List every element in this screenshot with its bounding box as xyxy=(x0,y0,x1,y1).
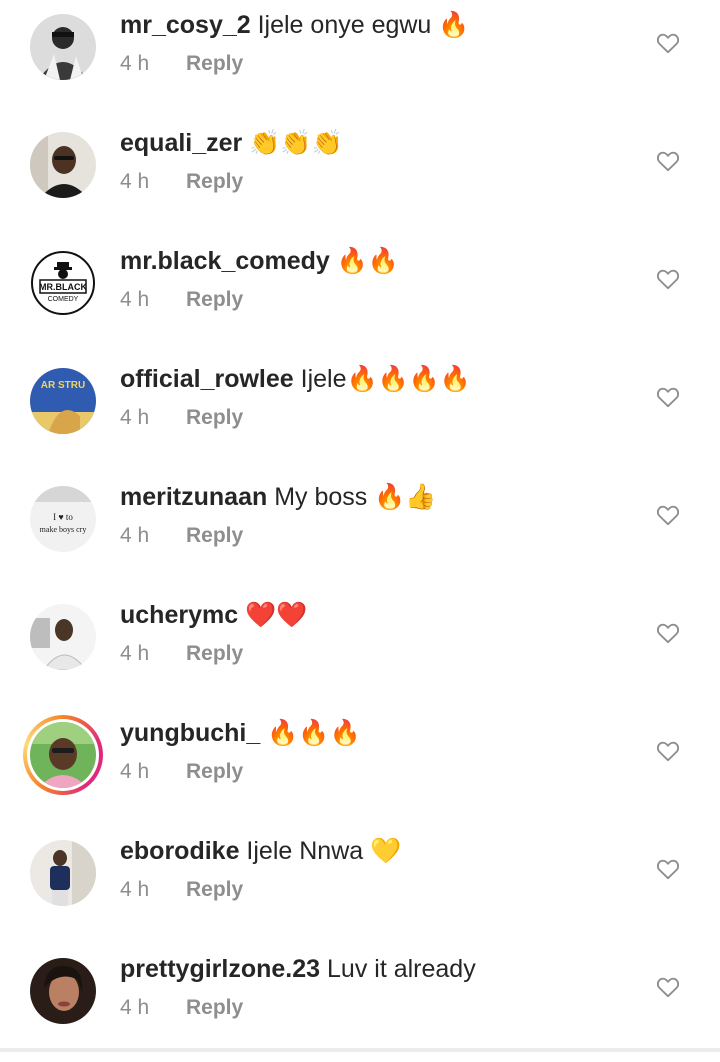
reply-button[interactable]: Reply xyxy=(186,170,243,193)
user-avatar-icon[interactable] xyxy=(30,132,96,198)
comment-username[interactable]: equali_zer xyxy=(120,129,242,157)
user-avatar-icon[interactable]: MR.BLACK COMEDY xyxy=(30,250,96,316)
avatar-logo-text: I ♥ to xyxy=(53,512,73,522)
comment-item: I ♥ to make boys cry meritzunaan My boss… xyxy=(0,472,720,590)
comment-text: ❤️❤️ xyxy=(238,601,308,629)
reply-button[interactable]: Reply xyxy=(186,878,243,901)
comment-username[interactable]: mr.black_comedy xyxy=(120,247,330,275)
comment-meta: 4 h Reply xyxy=(120,758,243,786)
comment-item: mr_cosy_2 Ijele onye egwu 🔥 4 h Reply xyxy=(0,0,720,118)
comment-body: mr_cosy_2 Ijele onye egwu 🔥 xyxy=(120,8,469,42)
reply-button[interactable]: Reply xyxy=(186,996,243,1019)
user-avatar-icon[interactable]: AR STRU xyxy=(30,368,96,434)
comment-text: Luv it already xyxy=(320,955,476,983)
heart-outline-icon[interactable] xyxy=(655,502,681,528)
comment-username[interactable]: prettygirlzone.23 xyxy=(120,955,320,983)
comment-meta: 4 h Reply xyxy=(120,168,243,196)
comment-timestamp: 4 h xyxy=(120,760,150,783)
reply-button[interactable]: Reply xyxy=(186,406,243,429)
comment-item: ucherymc ❤️❤️ 4 h Reply xyxy=(0,590,720,708)
comment-timestamp: 4 h xyxy=(120,288,150,311)
reply-button[interactable]: Reply xyxy=(186,642,243,665)
user-avatar-icon[interactable]: I ♥ to make boys cry xyxy=(30,486,96,552)
user-avatar-icon[interactable] xyxy=(30,604,96,670)
comment-body: mr.black_comedy 🔥🔥 xyxy=(120,244,399,278)
comment-timestamp: 4 h xyxy=(120,170,150,193)
comment-timestamp: 4 h xyxy=(120,524,150,547)
comment-text: My boss 🔥👍 xyxy=(267,483,437,511)
comment-body: ucherymc ❤️❤️ xyxy=(120,598,307,632)
comment-text: Ijele🔥🔥🔥🔥 xyxy=(293,365,471,393)
reply-button[interactable]: Reply xyxy=(186,524,243,547)
comment-timestamp: 4 h xyxy=(120,642,150,665)
comment-username[interactable]: ucherymc xyxy=(120,601,238,629)
comment-timestamp: 4 h xyxy=(120,878,150,901)
comment-timestamp: 4 h xyxy=(120,52,150,75)
heart-outline-icon[interactable] xyxy=(655,266,681,292)
heart-outline-icon[interactable] xyxy=(655,856,681,882)
comment-list: mr_cosy_2 Ijele onye egwu 🔥 4 h Reply equ… xyxy=(0,0,720,1052)
heart-outline-icon[interactable] xyxy=(655,148,681,174)
reply-button[interactable]: Reply xyxy=(186,288,243,311)
heart-outline-icon[interactable] xyxy=(655,738,681,764)
comment-username[interactable]: official_rowlee xyxy=(120,365,294,393)
comment-text: Ijele Nnwa 💛 xyxy=(239,837,402,865)
comment-username[interactable]: mr_cosy_2 xyxy=(120,11,251,39)
comment-item: eborodike Ijele Nnwa 💛 4 h Reply xyxy=(0,826,720,944)
comment-item: MR.BLACK COMEDY mr.black_comedy 🔥🔥 4 h Re… xyxy=(0,236,720,354)
comment-item: equali_zer 👏👏👏 4 h Reply xyxy=(0,118,720,236)
comment-meta: 4 h Reply xyxy=(120,640,243,668)
comment-text: 🔥🔥 xyxy=(329,247,400,275)
comment-body: equali_zer 👏👏👏 xyxy=(120,126,343,160)
divider xyxy=(0,1048,720,1052)
comment-meta: 4 h Reply xyxy=(120,404,243,432)
comment-body: official_rowlee Ijele🔥🔥🔥🔥 xyxy=(120,362,471,396)
comment-meta: 4 h Reply xyxy=(120,876,243,904)
heart-outline-icon[interactable] xyxy=(655,974,681,1000)
comment-username[interactable]: yungbuchi_ xyxy=(120,719,260,747)
story-ring xyxy=(27,719,99,791)
heart-outline-icon[interactable] xyxy=(655,384,681,410)
comment-body: yungbuchi_ 🔥🔥🔥 xyxy=(120,716,361,750)
avatar-logo-text: MR.BLACK xyxy=(39,282,87,292)
comment-item: yungbuchi_ 🔥🔥🔥 4 h Reply xyxy=(0,708,720,826)
comment-meta: 4 h Reply xyxy=(120,50,243,78)
comment-text: 👏👏👏 xyxy=(242,129,343,157)
user-avatar-icon[interactable] xyxy=(30,958,96,1024)
comment-text: Ijele onye egwu 🔥 xyxy=(250,11,470,39)
comment-item: AR STRU official_rowlee Ijele🔥🔥🔥🔥 4 h Rep… xyxy=(0,354,720,472)
reply-button[interactable]: Reply xyxy=(186,52,243,75)
comment-meta: 4 h Reply xyxy=(120,522,243,550)
comment-meta: 4 h Reply xyxy=(120,286,243,314)
comment-username[interactable]: eborodike xyxy=(120,837,239,865)
comment-body: prettygirlzone.23 Luv it already xyxy=(120,952,476,986)
user-avatar-icon[interactable] xyxy=(30,14,96,80)
comment-timestamp: 4 h xyxy=(120,996,150,1019)
comment-timestamp: 4 h xyxy=(120,406,150,429)
comment-text: 🔥🔥🔥 xyxy=(260,719,361,747)
comment-item: prettygirlzone.23 Luv it already 4 h Repl… xyxy=(0,944,720,1062)
avatar-logo-subtext: make boys cry xyxy=(40,525,87,534)
user-avatar-icon[interactable] xyxy=(23,715,103,795)
comment-body: eborodike Ijele Nnwa 💛 xyxy=(120,834,401,868)
heart-outline-icon[interactable] xyxy=(655,620,681,646)
reply-button[interactable]: Reply xyxy=(186,760,243,783)
user-avatar-icon[interactable] xyxy=(30,840,96,906)
heart-outline-icon[interactable] xyxy=(655,30,681,56)
comment-body: meritzunaan My boss 🔥👍 xyxy=(120,480,437,514)
avatar-logo-subtext: COMEDY xyxy=(48,296,79,303)
comment-meta: 4 h Reply xyxy=(120,994,243,1022)
comment-username[interactable]: meritzunaan xyxy=(120,483,267,511)
avatar-logo-text: AR STRU xyxy=(41,380,85,391)
